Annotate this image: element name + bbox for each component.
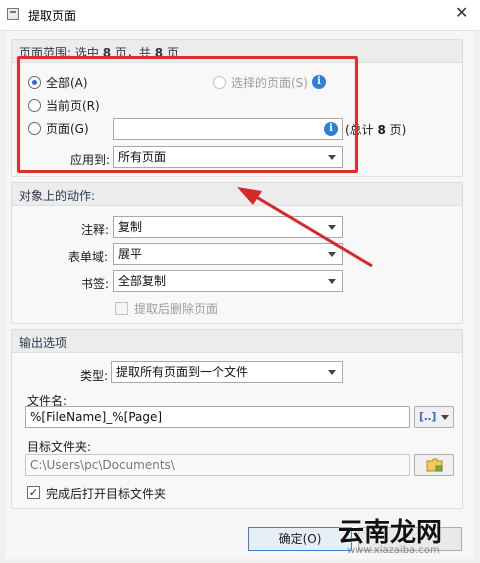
watermark-url: www.xiazaiba.com [347,545,440,556]
watermark-logo: 云南龙网 [338,518,443,548]
arrow-annotation [237,187,373,268]
